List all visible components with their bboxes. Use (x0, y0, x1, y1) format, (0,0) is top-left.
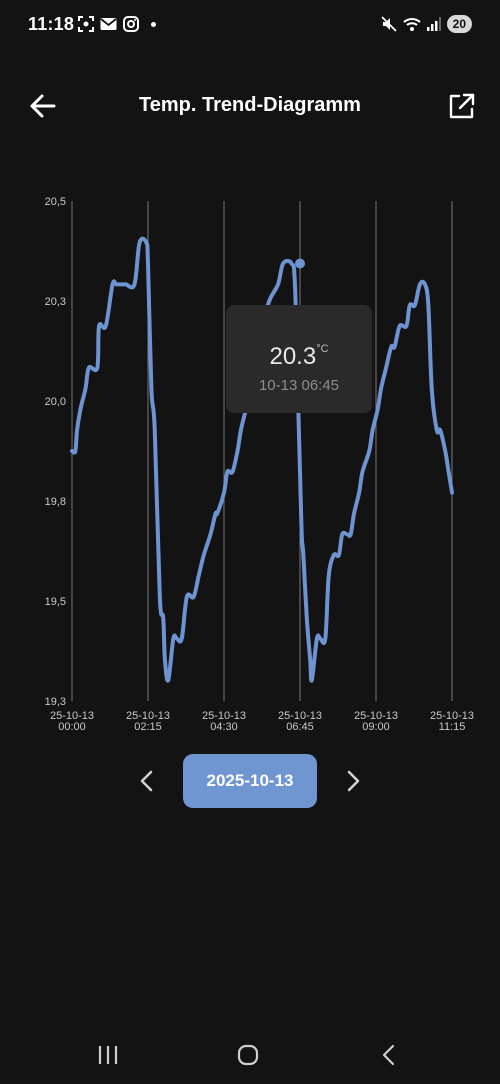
system-nav-bar (0, 1024, 500, 1084)
chevron-left-icon (140, 770, 153, 792)
x-tick-label: 25-10-13 02:15 (126, 710, 170, 733)
mail-icon (100, 18, 117, 30)
y-tick-label: 20,0 (45, 396, 66, 408)
home-button[interactable] (228, 1040, 268, 1070)
chart-tooltip: 20.3°C 10-13 06:45 (226, 305, 372, 413)
y-tick-label: 20,5 (45, 196, 66, 208)
tooltip-time: 10-13 06:45 (258, 377, 340, 394)
previous-day-button[interactable] (130, 764, 164, 798)
status-time: 11:18 (28, 14, 75, 34)
recent-apps-icon (98, 1046, 118, 1064)
date-picker-button[interactable]: 2025-10-13 (183, 754, 317, 808)
x-tick-label: 25-10-13 11:15 (430, 710, 474, 733)
tooltip-unit: °C (316, 343, 329, 355)
open-external-icon (449, 93, 475, 119)
tooltip-value-number: 20.3 (269, 343, 317, 370)
back-nav-icon (382, 1044, 395, 1066)
open-external-button[interactable] (442, 86, 482, 126)
battery-badge: 20 (446, 15, 472, 33)
page-title: Temp. Trend-Diagramm (139, 94, 361, 116)
wifi-icon (402, 18, 421, 31)
next-day-button[interactable] (336, 764, 370, 798)
y-tick-label: 19,8 (45, 496, 66, 508)
y-tick-label: 19,3 (45, 696, 66, 708)
highlight-point (295, 258, 305, 269)
app-bar: Temp. Trend-Diagramm (0, 78, 500, 134)
home-icon (237, 1044, 259, 1066)
tooltip-value: 20.3°C (226, 343, 372, 371)
more-notifications-dot (151, 21, 156, 27)
status-bar: 11:18 20 (0, 0, 500, 50)
x-tick-label: 25-10-13 06:45 (278, 710, 322, 733)
notification-icons (78, 16, 156, 32)
recent-apps-button[interactable] (88, 1040, 128, 1070)
signal-icon (426, 17, 441, 31)
system-icons: 20 (381, 15, 472, 33)
x-tick-label: 25-10-13 00:00 (50, 710, 94, 733)
instagram-icon (123, 16, 139, 32)
y-tick-label: 19,5 (45, 596, 66, 608)
trend-chart[interactable]: 20,5 20,3 20,0 19,8 19,5 19,3 25-10-13 00:00 25-… (0, 180, 500, 740)
screenshot-icon (78, 16, 94, 32)
x-tick-label: 25-10-13 09:00 (354, 710, 398, 733)
y-tick-label: 20,3 (45, 296, 66, 308)
x-tick-label: 25-10-13 04:30 (202, 710, 246, 733)
back-nav-button[interactable] (370, 1040, 410, 1070)
chevron-right-icon (347, 770, 360, 792)
chart-svg: 20,5 20,3 20,0 19,8 19,5 19,3 25-10-13 00:00 25-… (45, 196, 474, 733)
date-navigation: 2025-10-13 (0, 754, 500, 808)
mute-icon (381, 16, 397, 32)
